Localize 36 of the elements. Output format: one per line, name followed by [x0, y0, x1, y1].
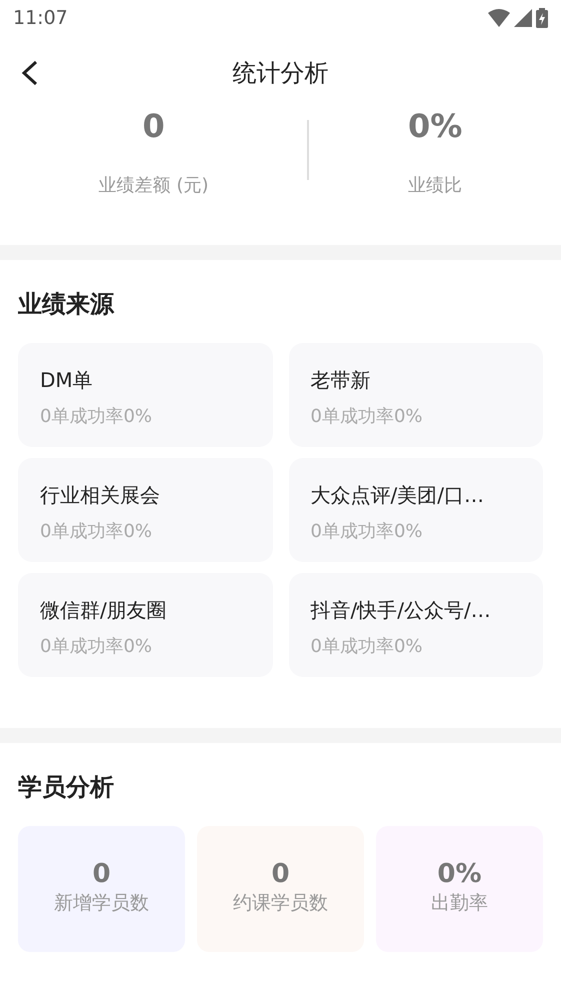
stat-label: 约课学员数	[233, 890, 328, 916]
source-card[interactable]: 行业相关展会 0单成功率0%	[18, 458, 272, 562]
section-title: 学员分析	[18, 772, 115, 803]
stat-label: 新增学员数	[54, 890, 149, 916]
source-name: 大众点评/美团/口…	[310, 482, 485, 509]
stat-label: 出勤率	[431, 890, 488, 916]
signal-icon	[514, 9, 532, 27]
source-card[interactable]: 微信群/朋友圈 0单成功率0%	[18, 572, 272, 677]
source-stat: 0单成功率0%	[310, 634, 424, 659]
source-name: DM单	[40, 366, 94, 394]
stat-label: 业绩比	[407, 174, 464, 198]
source-stat: 0单成功率0%	[310, 404, 424, 429]
page-title: 统计分析	[232, 58, 328, 88]
wifi-icon	[488, 9, 510, 27]
source-stat: 0单成功率0%	[310, 520, 424, 544]
source-name: 行业相关展会	[40, 482, 161, 509]
source-name: 抖音/快手/公众号/…	[310, 596, 492, 624]
battery-icon	[536, 8, 548, 28]
stat-value: 0	[271, 860, 290, 889]
source-card[interactable]: 老带新 0单成功率0%	[288, 342, 543, 447]
source-card[interactable]: 抖音/快手/公众号/… 0单成功率0%	[288, 572, 543, 677]
back-icon[interactable]	[20, 60, 40, 86]
source-stat: 0单成功率0%	[40, 404, 154, 429]
source-name: 微信群/朋友圈	[40, 596, 168, 624]
source-stat: 0单成功率0%	[40, 520, 154, 544]
status-time: 11:07	[13, 6, 68, 31]
stat-label: 业绩差额 (元)	[98, 174, 210, 198]
source-stat: 0单成功率0%	[40, 634, 154, 659]
section-title: 业绩来源	[18, 289, 116, 320]
source-card[interactable]: 大众点评/美团/口… 0单成功率0%	[288, 458, 543, 562]
stat-value: 0%	[437, 860, 482, 889]
source-name: 老带新	[310, 366, 372, 394]
stat-value: 0	[92, 860, 111, 889]
stat-value: 0	[141, 110, 166, 142]
source-card[interactable]: DM单 0单成功率0%	[18, 342, 272, 447]
stat-value: 0%	[406, 110, 464, 142]
